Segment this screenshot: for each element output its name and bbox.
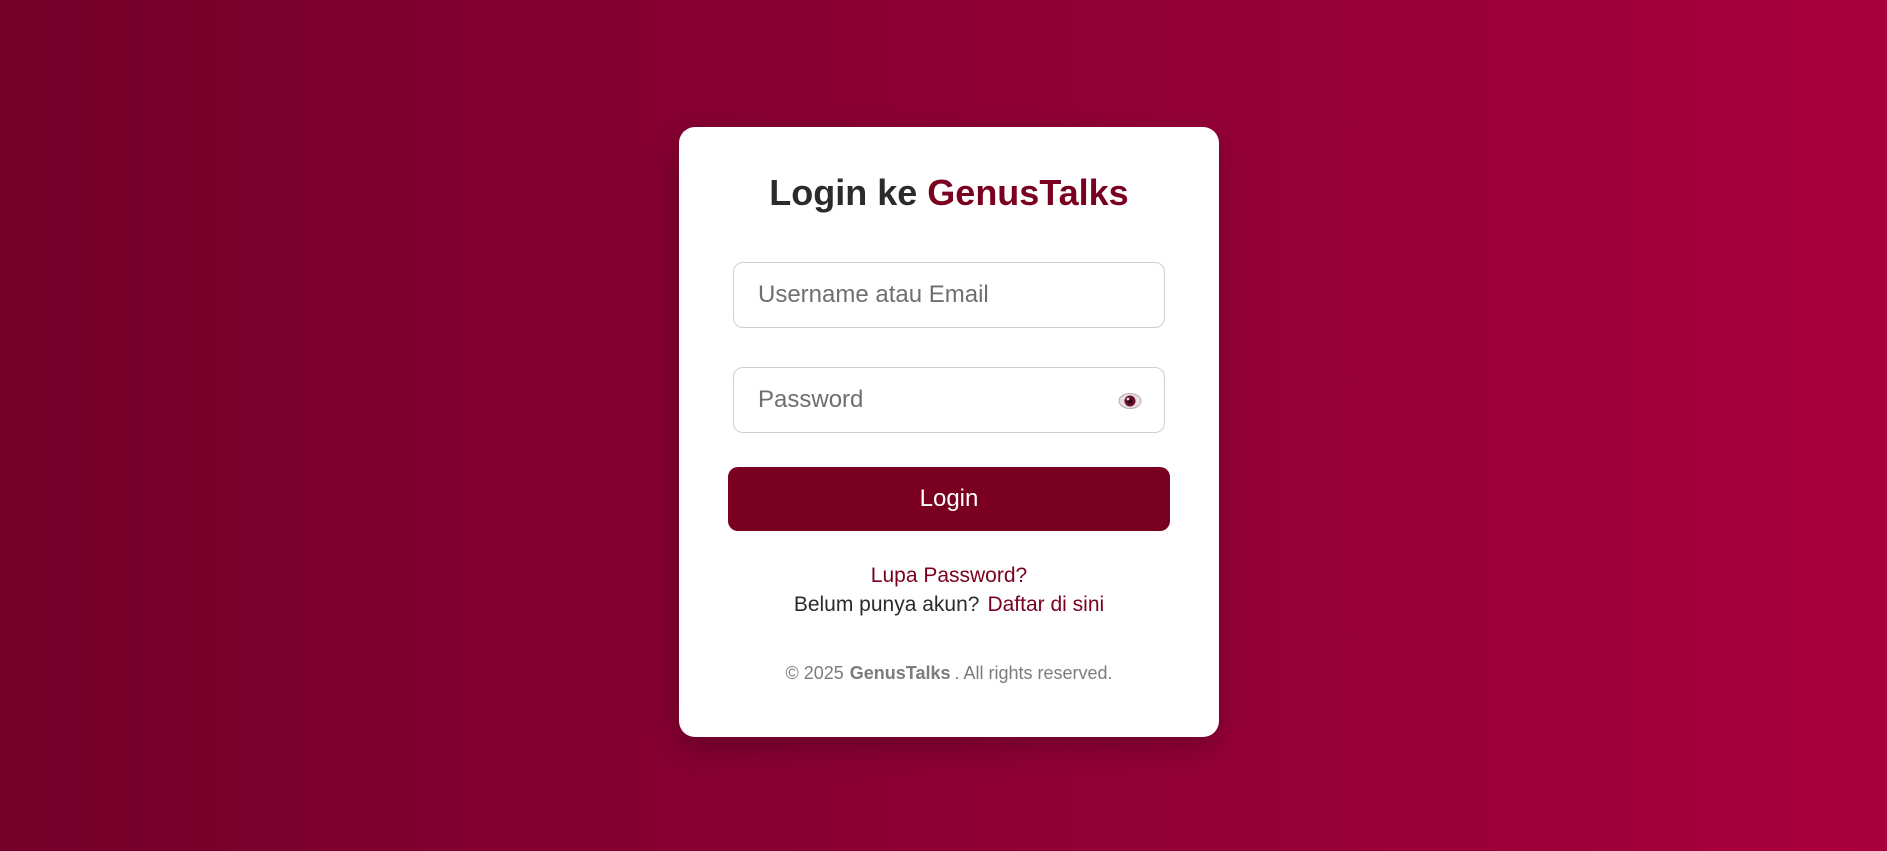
footer-brand: GenusTalks	[849, 663, 951, 683]
forgot-password-link[interactable]: Lupa Password?	[871, 564, 1027, 587]
register-link[interactable]: Daftar di sini	[987, 593, 1104, 616]
username-field[interactable]	[733, 262, 1165, 328]
auth-links: Lupa Password? Belum punya akun? Daftar d…	[679, 561, 1219, 619]
login-button[interactable]: Login	[728, 467, 1170, 531]
login-title-brand: GenusTalks	[927, 172, 1129, 213]
eye-icon[interactable]	[1118, 391, 1142, 411]
password-field[interactable]	[733, 367, 1165, 433]
login-card: Login keGenusTalks Login Lupa Password? …	[679, 127, 1219, 737]
login-title-prefix: Login ke	[769, 172, 918, 213]
footer-copyright: © 2025 GenusTalks. All rights reserved.	[679, 663, 1219, 684]
password-input[interactable]	[734, 368, 1164, 432]
footer-rights: . All rights reserved.	[954, 663, 1113, 683]
copyright-year: © 2025	[785, 663, 844, 683]
register-question: Belum punya akun?	[793, 593, 980, 616]
login-title: Login ke GenusTalks	[679, 171, 1219, 215]
username-input[interactable]	[734, 263, 1164, 327]
